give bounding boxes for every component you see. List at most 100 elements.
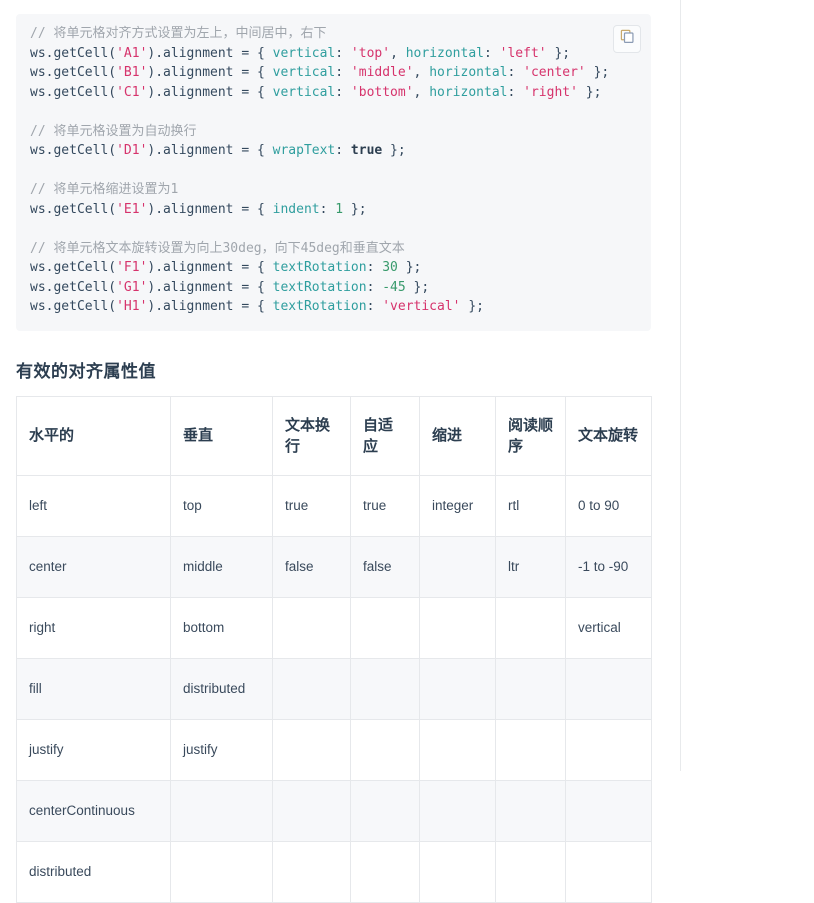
table-cell: distributed (170, 657, 273, 720)
code-token: : (507, 84, 524, 100)
code-token: ).alignment = { (147, 65, 273, 80)
code-token: // 将单元格对齐方式设置为左上，中间居中，右下 (30, 26, 327, 41)
table-cell (565, 840, 652, 903)
table-cell (419, 840, 496, 903)
table-column-header-6: 文本旋转 (565, 395, 652, 476)
table-cell: integer (419, 474, 496, 537)
code-token: textRotation (272, 299, 367, 314)
code-token: ws.getCell( (30, 84, 117, 100)
table-cell: right (16, 596, 171, 659)
code-snippet: // 将单元格对齐方式设置为左上，中间居中，右下 ws.getCell('A1'… (30, 24, 637, 317)
code-token: 'G1' (116, 279, 148, 295)
table-header: 水平的 垂直 文本换行 自适应 缩进 阅读顺序 文本旋转 (16, 395, 652, 476)
table-cell: ltr (495, 535, 566, 598)
code-token: ws.getCell( (30, 45, 117, 61)
code-token: 'vertical' (382, 299, 461, 314)
page-title: 有效的对齐属性值 (16, 361, 156, 381)
code-token: wrapText (272, 143, 336, 158)
code-token: -45 (382, 279, 406, 295)
code-token: : (366, 279, 383, 295)
table-header-row: 水平的 垂直 文本换行 自适应 缩进 阅读顺序 文本旋转 (16, 395, 652, 476)
code-token: , (413, 65, 430, 80)
code-token: }; (577, 84, 602, 100)
table-cell (419, 779, 496, 842)
code-token: 'B1' (116, 65, 148, 80)
table-row: left top true true integer rtl 0 to 90 (16, 474, 652, 537)
table-cell (419, 596, 496, 659)
table-cell (565, 779, 652, 842)
table-column-header-0: 水平的 (16, 395, 171, 476)
code-token: }; (382, 143, 406, 158)
code-token: ws.getCell( (30, 201, 117, 217)
code-token: 'C1' (116, 84, 148, 100)
table-cell (350, 840, 420, 903)
code-token: ws.getCell( (30, 279, 117, 295)
code-token: // 将单元格缩进设置为1 (30, 182, 179, 197)
code-token: : (335, 84, 351, 100)
table-cell (350, 779, 420, 842)
code-token: ws.getCell( (30, 143, 117, 158)
code-token: ).alignment = { (147, 84, 273, 100)
code-token: }; (405, 279, 430, 295)
table-cell (170, 840, 273, 903)
code-token: 'D1' (116, 143, 148, 158)
code-block: // 将单元格对齐方式设置为左上，中间居中，右下 ws.getCell('A1'… (16, 14, 651, 331)
code-token: 'A1' (116, 45, 148, 61)
table-cell (495, 596, 566, 659)
code-token: ).alignment = { (147, 260, 273, 275)
code-token: horizontal (429, 84, 508, 100)
table-cell: false (272, 535, 351, 598)
table-cell: bottom (170, 596, 273, 659)
table-cell (495, 779, 566, 842)
table-cell (419, 657, 496, 720)
code-token: true (350, 143, 383, 158)
code-token: // 将单元格设置为自动换行 (30, 123, 197, 139)
code-token: : (366, 260, 383, 275)
table-cell: rtl (495, 474, 566, 537)
copy-code-button[interactable] (613, 25, 641, 53)
table-cell (272, 779, 351, 842)
table-column-header-5: 阅读顺序 (495, 395, 566, 476)
code-token: : (335, 143, 351, 158)
code-token: vertical (272, 65, 336, 80)
code-token: 'middle' (350, 65, 414, 80)
code-token: ).alignment = { (147, 201, 273, 217)
table-column-header-1: 垂直 (170, 395, 273, 476)
table-cell (272, 657, 351, 720)
code-token: 'F1' (116, 260, 148, 275)
code-token: }; (397, 260, 422, 275)
code-token: 'bottom' (350, 84, 414, 100)
code-token: textRotation (272, 279, 367, 295)
table-cell: false (350, 535, 420, 598)
code-token: horizontal (405, 45, 484, 61)
code-token: : (335, 65, 351, 80)
code-token: indent (272, 201, 320, 217)
code-token: 30 (382, 260, 398, 275)
code-token: , (390, 45, 406, 61)
table-body: left top true true integer rtl 0 to 90 center mi… (16, 474, 652, 903)
table-cell (350, 657, 420, 720)
code-token: horizontal (429, 65, 508, 80)
table-cell: vertical (565, 596, 652, 659)
table-row: right bottom vertical (16, 596, 652, 659)
table-row: distributed (16, 840, 652, 903)
code-token: }; (585, 65, 610, 80)
table-cell: -1 to -90 (565, 535, 652, 598)
code-token: 1 (335, 201, 344, 217)
code-token: ws.getCell( (30, 260, 117, 275)
table-cell (272, 840, 351, 903)
code-token: }; (546, 45, 571, 61)
code-token: 'H1' (116, 299, 148, 314)
table-column-header-2: 文本换行 (272, 395, 351, 476)
copy-icon (620, 29, 635, 49)
table-cell: distributed (16, 840, 171, 903)
code-token: 'top' (350, 45, 391, 61)
table-column-header-3: 自适应 (350, 395, 420, 476)
alignment-attributes-table: 水平的 垂直 文本换行 自适应 缩进 阅读顺序 文本旋转 left top true true in… (16, 395, 652, 903)
table-cell: left (16, 474, 171, 537)
code-token: textRotation (272, 260, 367, 275)
code-token: ).alignment = { (147, 143, 273, 158)
article-content: // 将单元格对齐方式设置为左上，中间居中，右下 ws.getCell('A1'… (0, 0, 668, 903)
code-token: : (484, 45, 500, 61)
table-cell (350, 596, 420, 659)
